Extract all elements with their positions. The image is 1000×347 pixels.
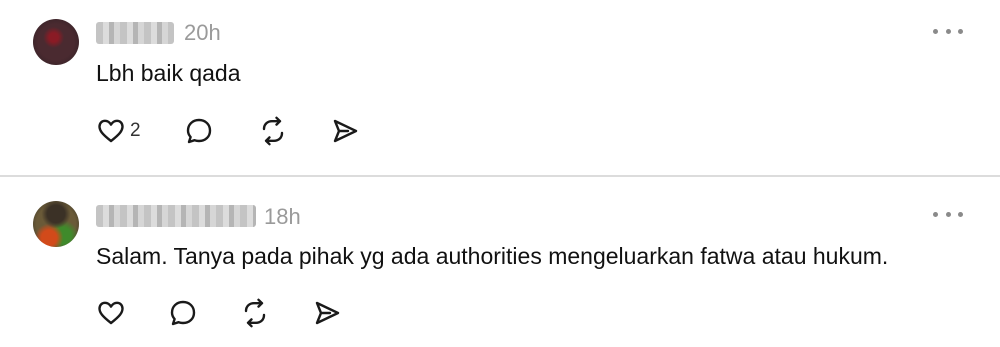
- post-1: 20h Lbh baik qada 2: [0, 0, 1000, 176]
- avatar[interactable]: [33, 19, 79, 65]
- comment-bubble-icon: [186, 118, 212, 144]
- heart-icon: [98, 301, 124, 325]
- comment-bubble-icon: [170, 300, 196, 326]
- like-button[interactable]: [96, 296, 130, 330]
- send-icon: [315, 301, 340, 325]
- share-button[interactable]: [312, 296, 342, 330]
- send-icon: [333, 119, 358, 143]
- like-button[interactable]: 2: [96, 114, 141, 148]
- post-text: Salam. Tanya pada pihak yg ada authoriti…: [96, 243, 889, 269]
- like-count: 2: [130, 120, 141, 141]
- username-blurred[interactable]: [96, 205, 256, 227]
- repost-button[interactable]: [258, 114, 288, 148]
- heart-icon: [98, 119, 124, 143]
- more-dots-icon[interactable]: [933, 25, 963, 37]
- post-time: 20h: [184, 20, 221, 45]
- post-2: 18h Salam. Tanya pada pihak yg ada autho…: [0, 177, 1000, 347]
- avatar[interactable]: [33, 201, 79, 247]
- repost-arrows-icon: [244, 298, 266, 328]
- reply-button[interactable]: [168, 296, 198, 330]
- repost-button[interactable]: [240, 296, 270, 330]
- repost-arrows-icon: [262, 116, 284, 146]
- more-dots-icon[interactable]: [933, 208, 963, 220]
- share-button[interactable]: [330, 114, 360, 148]
- post-text: Lbh baik qada: [96, 60, 241, 86]
- reply-button[interactable]: [184, 114, 214, 148]
- post-time: 18h: [264, 204, 301, 229]
- username-blurred[interactable]: [96, 22, 174, 44]
